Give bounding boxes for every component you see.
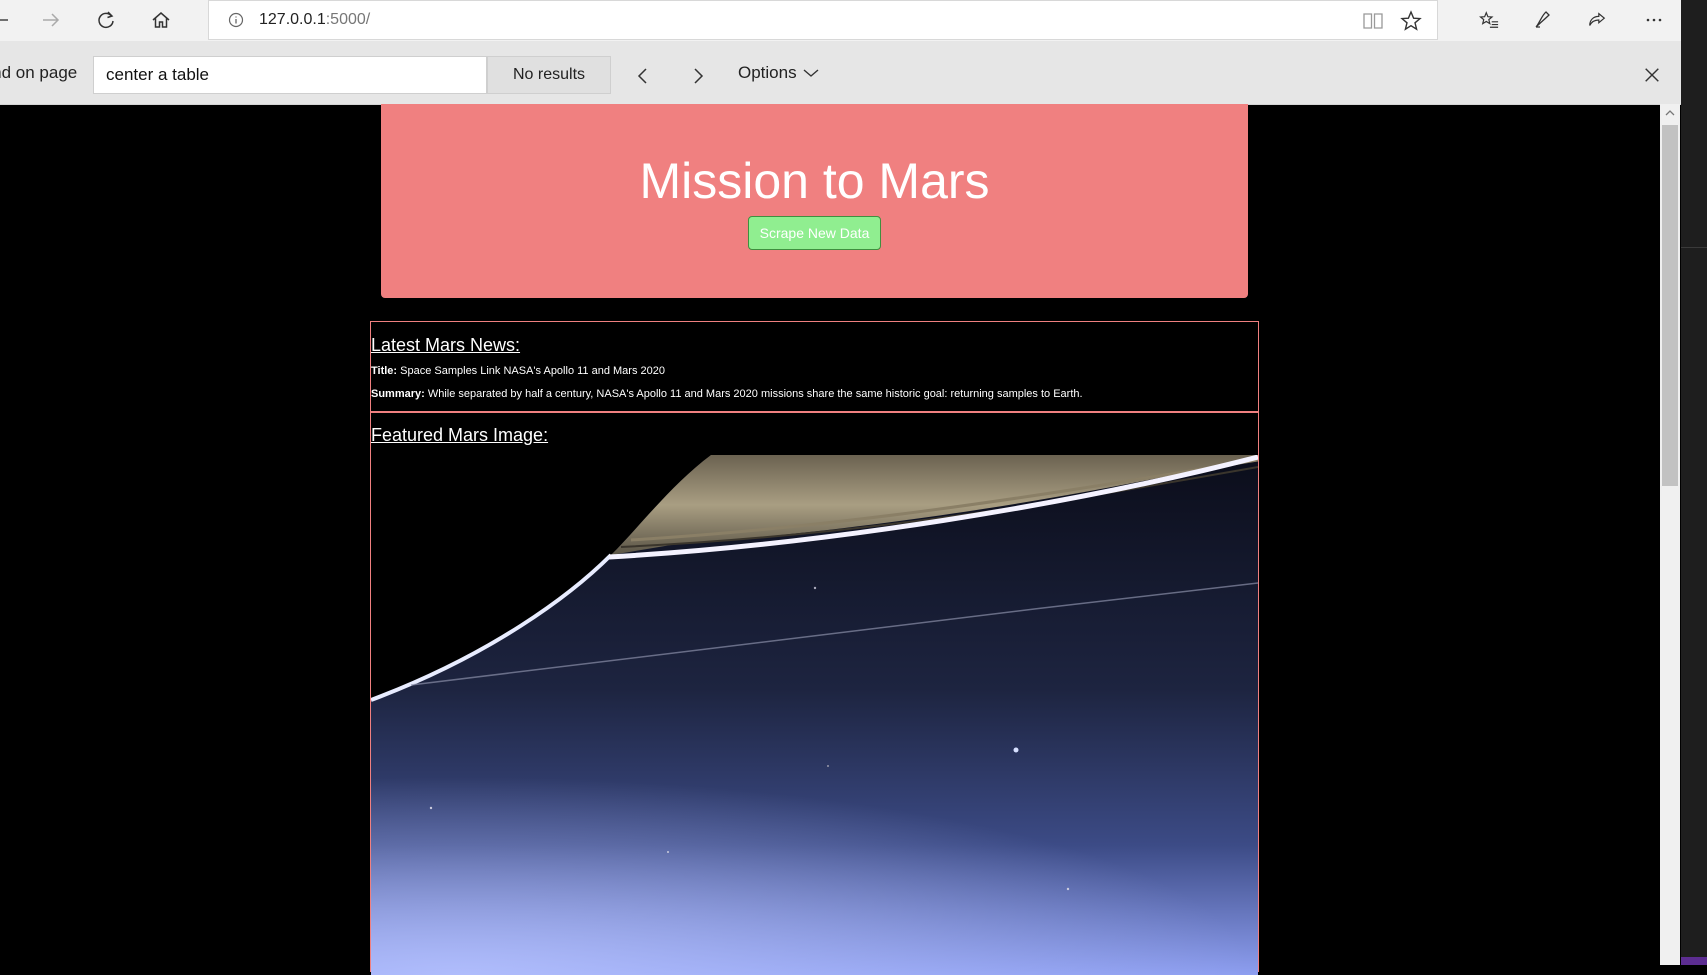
browser-toolbar: 127.0.0.1:5000/: [0, 0, 1681, 42]
find-previous-icon[interactable]: [628, 61, 658, 91]
news-heading: Latest Mars News:: [371, 335, 521, 355]
find-next-icon[interactable]: [683, 61, 713, 91]
favorite-star-icon[interactable]: [1399, 9, 1423, 33]
find-options-label: Options: [738, 63, 797, 82]
share-icon[interactable]: [1579, 4, 1615, 36]
forward-icon[interactable]: [33, 4, 69, 36]
divider: [1681, 247, 1707, 248]
scroll-up-arrow-icon[interactable]: [1663, 106, 1677, 120]
back-icon[interactable]: [0, 4, 18, 36]
find-results-count: No results: [487, 56, 611, 94]
scrape-new-data-button[interactable]: Scrape New Data: [748, 216, 881, 250]
find-label: Find on page: [0, 63, 78, 82]
favorites-list-icon[interactable]: [1471, 4, 1507, 36]
news-title-label: Title:: [371, 365, 398, 377]
news-title-text: Space Samples Link NASA's Apollo 11 and …: [400, 365, 665, 377]
find-on-page-bar: Find on page No results Options: [0, 41, 1681, 105]
news-title-line: Title: Space Samples Link NASA's Apollo …: [371, 365, 665, 377]
more-icon[interactable]: [1636, 4, 1672, 36]
scrollbar-thumb[interactable]: [1662, 125, 1678, 486]
url-host: 127.0.0.1: [259, 11, 326, 28]
featured-image-graphic: [371, 455, 1258, 975]
accent-bar: [1681, 957, 1707, 965]
latest-news-section: Latest Mars News: Title: Space Samples L…: [370, 321, 1259, 412]
find-input[interactable]: [93, 56, 487, 94]
refresh-icon[interactable]: [88, 4, 124, 36]
info-icon[interactable]: [227, 11, 245, 29]
news-summary-line: Summary: While separated by half a centu…: [371, 388, 1083, 400]
page-title: Mission to Mars: [639, 153, 990, 209]
news-summary-text: While separated by half a century, NASA'…: [427, 388, 1083, 400]
find-options-button[interactable]: Options: [738, 63, 819, 83]
url-port: :5000/: [325, 11, 371, 28]
featured-image-section: Featured Mars Image:: [370, 412, 1259, 975]
background-window-edge: [1681, 0, 1707, 965]
address-bar[interactable]: 127.0.0.1:5000/: [208, 0, 1438, 40]
home-icon[interactable]: [143, 4, 179, 36]
url-text[interactable]: 127.0.0.1:5000/: [259, 11, 370, 29]
pen-icon[interactable]: [1525, 4, 1561, 36]
featured-mars-image: [371, 455, 1258, 975]
news-summary-label: Summary:: [371, 388, 425, 400]
reading-view-icon[interactable]: [1361, 9, 1385, 33]
featured-image-heading: Featured Mars Image:: [371, 425, 549, 445]
chevron-down-icon: [803, 69, 819, 77]
close-icon[interactable]: [1640, 63, 1664, 87]
